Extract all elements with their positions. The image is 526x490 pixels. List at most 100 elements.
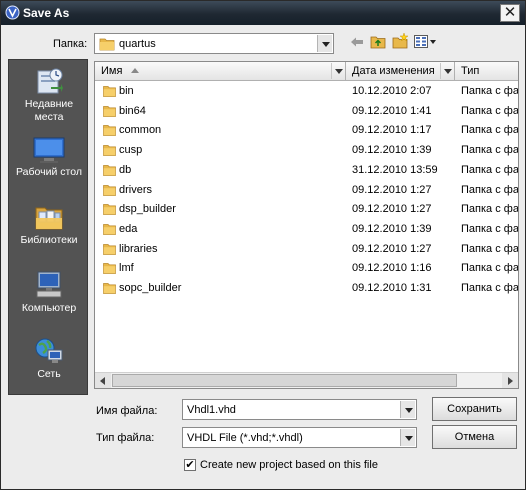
file-name: sopc_builder (119, 282, 182, 294)
file-type: Папка с фа (461, 203, 519, 216)
file-date: 09.12.2010 1:27 (352, 203, 432, 216)
column-header-date[interactable]: Дата изменения (346, 62, 455, 81)
scrollbar-thumb[interactable] (112, 374, 457, 387)
place-label: Рабочий стол (16, 166, 82, 178)
recent-places-icon (37, 68, 63, 94)
save-as-dialog: Save As ✕ Папка: quartus Недавние места … (0, 0, 526, 490)
file-type: Папка с фа (461, 144, 519, 157)
chevron-down-icon[interactable] (400, 401, 415, 418)
filetype-select[interactable]: VHDL File (*.vhd;*.vhdl) (182, 427, 417, 448)
place-label: Недавние места (24, 98, 74, 123)
file-row[interactable]: bin 10.12.2010 2:07 Папка с фа (95, 82, 518, 101)
place-desktop[interactable]: Рабочий стол (9, 136, 89, 179)
dialog-title: Save As (23, 6, 70, 20)
place-label: Компьютер (21, 302, 77, 314)
file-date: 09.12.2010 1:41 (352, 104, 432, 117)
file-row[interactable]: cusp 09.12.2010 1:39 Папка с фа (95, 141, 518, 160)
place-label: Сеть (37, 368, 61, 380)
desktop-icon (33, 137, 65, 163)
folder-icon (103, 125, 116, 137)
file-name: libraries (119, 242, 158, 255)
file-type: Папка с фа (461, 222, 519, 235)
place-recent[interactable]: Недавние места (9, 66, 89, 124)
folder-dropdown[interactable]: quartus (94, 33, 334, 54)
file-row[interactable]: eda 09.12.2010 1:39 Папка с фа (95, 220, 518, 239)
filename-input[interactable]: Vhdl1.vhd (182, 399, 417, 420)
place-network[interactable]: Сеть (9, 336, 89, 381)
file-type: Папка с фа (461, 262, 519, 275)
libraries-icon (35, 207, 63, 230)
up-folder-icon[interactable] (370, 34, 386, 49)
file-row[interactable]: bin64 09.12.2010 1:41 Папка с фа (95, 102, 518, 121)
file-type: Папка с фа (461, 163, 519, 176)
filetype-value: VHDL File (*.vhd;*.vhdl) (187, 432, 303, 444)
place-computer[interactable]: Компьютер (9, 270, 89, 315)
close-button[interactable]: ✕ (500, 4, 520, 22)
file-row[interactable]: lmf 09.12.2010 1:16 Папка с фа (95, 259, 518, 278)
file-name: dsp_builder (119, 203, 176, 216)
file-name: eda (119, 222, 138, 235)
file-date: 09.12.2010 1:39 (352, 144, 432, 157)
file-date: 09.12.2010 1:16 (352, 262, 432, 275)
file-name: drivers (119, 183, 153, 196)
file-type: Папка с фа (461, 124, 519, 137)
file-name: lmf (119, 262, 134, 275)
back-arrow-icon[interactable] (350, 36, 364, 48)
create-project-label: Create new project based on this file (200, 459, 378, 471)
file-row[interactable]: dsp_builder 09.12.2010 1:27 Папка с фа (95, 200, 518, 219)
computer-icon (36, 271, 62, 298)
file-date: 31.12.2010 13:59 (352, 163, 438, 176)
file-list: Имя Дата изменения Тип bin 10.12.2010 2:0… (94, 61, 519, 389)
file-type: Папка с фа (461, 282, 519, 294)
chevron-down-icon[interactable] (440, 63, 454, 79)
filename-value: Vhdl1.vhd (187, 404, 236, 416)
folder-icon (103, 263, 116, 275)
cancel-button[interactable]: Отмена (432, 425, 517, 449)
chevron-down-icon[interactable] (331, 63, 345, 79)
folder-icon (103, 145, 116, 156)
current-folder: quartus (119, 38, 156, 50)
create-project-checkbox[interactable]: ✔ (184, 459, 196, 471)
folder-icon (103, 283, 116, 294)
filename-label: Имя файла: (96, 405, 158, 417)
folder-icon (103, 184, 116, 196)
folder-icon (99, 38, 115, 51)
file-row[interactable]: sopc_builder 09.12.2010 1:31 Папка с фа (95, 279, 518, 298)
scroll-left-icon[interactable] (95, 373, 111, 388)
file-row[interactable]: common 09.12.2010 1:17 Папка с фа (95, 121, 518, 140)
chevron-down-icon[interactable] (317, 35, 332, 52)
places-bar: Недавние места Рабочий стол Библиотеки К… (8, 59, 88, 395)
file-date: 09.12.2010 1:39 (352, 222, 432, 235)
place-libraries[interactable]: Библиотеки (9, 202, 89, 247)
horizontal-scrollbar[interactable] (95, 372, 518, 388)
file-type: Папка с фа (461, 242, 519, 255)
network-icon (35, 338, 63, 363)
file-date: 09.12.2010 1:27 (352, 242, 432, 255)
file-row[interactable]: libraries 09.12.2010 1:27 Папка с фа (95, 240, 518, 259)
sort-ascending-icon (131, 68, 139, 73)
file-name: bin64 (119, 104, 146, 117)
file-type: Папка с фа (461, 183, 519, 196)
chevron-down-icon[interactable] (400, 429, 415, 446)
filetype-label: Тип файла: (96, 432, 155, 444)
new-folder-icon[interactable] (392, 32, 409, 49)
file-date: 09.12.2010 1:17 (352, 124, 432, 137)
app-icon (5, 5, 20, 20)
folder-icon (103, 105, 116, 117)
folder-icon (103, 224, 116, 235)
file-date: 09.12.2010 1:31 (352, 282, 432, 294)
folder-icon (103, 243, 116, 255)
scroll-right-icon[interactable] (502, 373, 518, 388)
file-row[interactable]: drivers 09.12.2010 1:27 Папка с фа (95, 181, 518, 200)
close-icon: ✕ (503, 4, 517, 21)
view-menu-icon[interactable] (414, 35, 438, 48)
column-header-name[interactable]: Имя (95, 62, 346, 81)
file-type: Папка с фа (461, 85, 519, 97)
save-button[interactable]: Сохранить (432, 397, 517, 421)
place-label: Библиотеки (20, 234, 78, 246)
file-row[interactable]: db 31.12.2010 13:59 Папка с фа (95, 161, 518, 180)
file-date: 10.12.2010 2:07 (352, 85, 432, 97)
file-name: bin (119, 85, 134, 97)
file-type: Папка с фа (461, 104, 519, 117)
column-header-type[interactable]: Тип (455, 62, 518, 81)
